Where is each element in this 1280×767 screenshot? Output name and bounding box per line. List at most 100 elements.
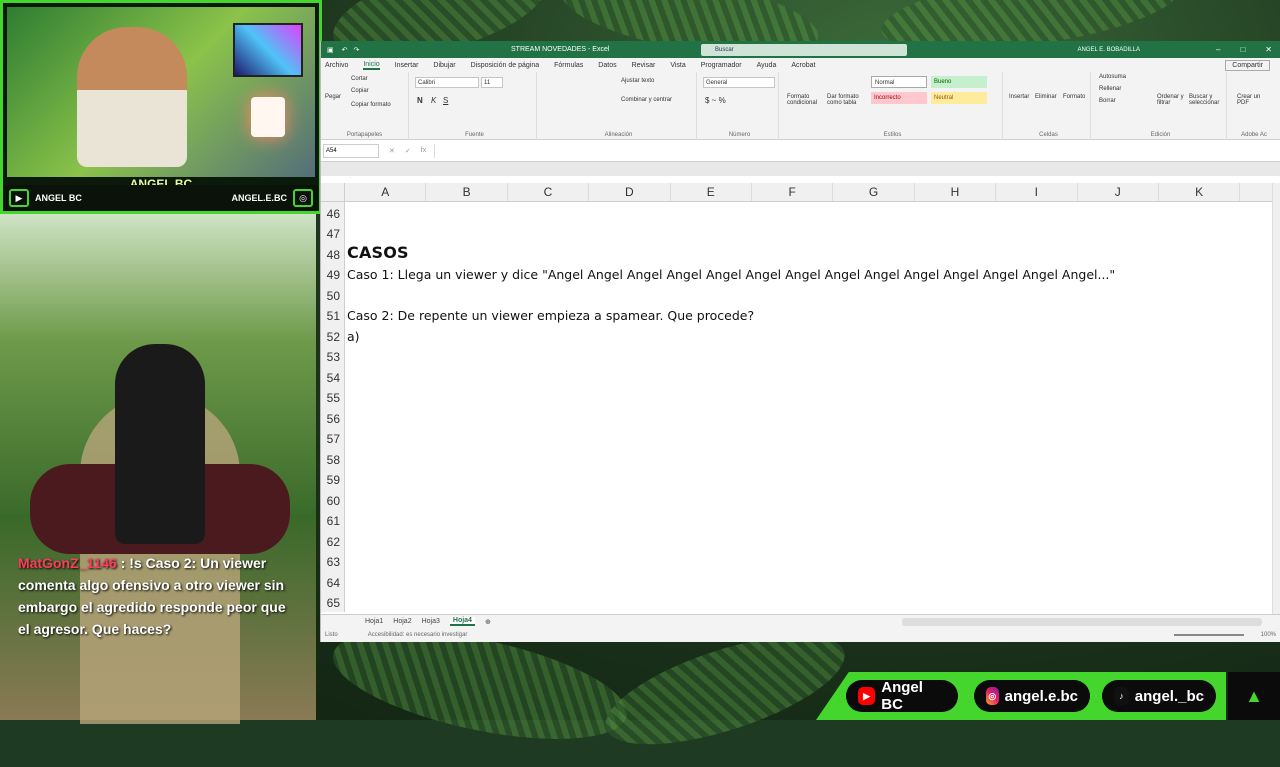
style-neutral[interactable]: Neutral	[931, 92, 987, 104]
number-format-select[interactable]: General	[703, 77, 775, 88]
sheet-row[interactable]: 49 Caso 1: Llega un viewer y dice "Angel …	[321, 263, 1272, 284]
cancel-icon[interactable]: ✕	[389, 147, 395, 155]
menu-vista[interactable]: Vista	[670, 62, 685, 69]
create-pdf-button[interactable]: Crear un PDF	[1237, 94, 1267, 106]
select-all-corner[interactable]	[321, 183, 345, 201]
undo-icon[interactable]: ↶	[342, 46, 348, 54]
column-header[interactable]: F	[752, 183, 834, 201]
row-number[interactable]: 52	[321, 325, 345, 346]
text-cell[interactable]: Caso 1: Llega un viewer y dice "Angel An…	[347, 267, 1115, 282]
italic-button[interactable]: K	[431, 96, 436, 105]
menu-dibujar[interactable]: Dibujar	[433, 62, 455, 69]
sheet-tab-hoja2[interactable]: Hoja2	[393, 618, 411, 625]
column-header[interactable]: J	[1078, 183, 1159, 201]
insert-cells-button[interactable]: Insertar	[1009, 94, 1029, 100]
row-number[interactable]: 50	[321, 284, 345, 305]
row-number[interactable]: 55	[321, 386, 345, 407]
sheet-row[interactable]: 59	[321, 468, 1272, 489]
redo-icon[interactable]: ↷	[354, 46, 360, 54]
row-number[interactable]: 46	[321, 202, 345, 223]
sheet-row[interactable]: 56	[321, 407, 1272, 428]
column-header[interactable]: K	[1159, 183, 1241, 201]
find-select-button[interactable]: Buscar y seleccionar	[1189, 94, 1225, 106]
row-number[interactable]: 64	[321, 571, 345, 592]
column-header[interactable]: G	[833, 183, 915, 201]
row-number[interactable]: 63	[321, 550, 345, 571]
sheet-row[interactable]: 48 CASOS	[321, 243, 1272, 264]
row-number[interactable]: 54	[321, 366, 345, 387]
heading-cell[interactable]: CASOS	[347, 243, 409, 262]
row-number[interactable]: 58	[321, 448, 345, 469]
sheet-row[interactable]: 62	[321, 530, 1272, 551]
copy-button[interactable]: Copiar	[351, 88, 369, 94]
sheet-row[interactable]: 55	[321, 386, 1272, 407]
sheet-row[interactable]: 63	[321, 550, 1272, 571]
sheet-row[interactable]: 47	[321, 222, 1272, 243]
menu-formulas[interactable]: Fórmulas	[554, 62, 583, 69]
column-header[interactable]: A	[345, 183, 427, 201]
sort-filter-button[interactable]: Ordenar y filtrar	[1157, 94, 1187, 106]
function-icon[interactable]: fx	[421, 147, 426, 154]
clear-button[interactable]: Borrar	[1099, 98, 1116, 104]
row-number[interactable]: 62	[321, 530, 345, 551]
sheet-row[interactable]: 50	[321, 284, 1272, 305]
menu-acrobat[interactable]: Acrobat	[791, 62, 815, 69]
format-cells-button[interactable]: Formato	[1063, 94, 1085, 100]
underline-button[interactable]: S	[443, 96, 448, 105]
row-number[interactable]: 60	[321, 489, 345, 510]
column-header[interactable]: E	[671, 183, 752, 201]
menu-ayuda[interactable]: Ayuda	[757, 62, 777, 69]
sheet-row[interactable]: 60	[321, 489, 1272, 510]
zoom-slider[interactable]	[1174, 634, 1244, 636]
row-number[interactable]: 65	[321, 591, 345, 612]
column-header[interactable]: B	[426, 183, 508, 201]
sheet-row[interactable]: 61	[321, 509, 1272, 530]
merge-center-button[interactable]: Combinar y centrar	[621, 97, 672, 103]
menu-programador[interactable]: Programador	[701, 62, 742, 69]
maximize-icon[interactable]: □	[1240, 45, 1245, 54]
row-number[interactable]: 59	[321, 468, 345, 489]
name-box[interactable]: A54	[323, 143, 379, 158]
save-icon[interactable]: ▣	[327, 46, 334, 54]
zoom-level[interactable]: 100%	[1261, 632, 1276, 638]
sheet-row[interactable]: 53	[321, 345, 1272, 366]
conditional-format-button[interactable]: Formato condicional	[787, 94, 825, 106]
sheet-row[interactable]: 54	[321, 366, 1272, 387]
row-number[interactable]: 49	[321, 263, 345, 284]
cut-button[interactable]: Cortar	[351, 76, 368, 82]
vertical-scrollbar[interactable]	[1272, 183, 1280, 614]
style-good[interactable]: Bueno	[931, 76, 987, 88]
row-number[interactable]: 56	[321, 407, 345, 428]
style-bad[interactable]: Incorrecto	[871, 92, 927, 104]
row-number[interactable]: 47	[321, 222, 345, 243]
text-cell[interactable]: a)	[347, 329, 360, 344]
column-header[interactable]: C	[508, 183, 590, 201]
sheet-row[interactable]: 46	[321, 202, 1272, 223]
formula-input[interactable]	[434, 143, 1280, 158]
column-header[interactable]: H	[915, 183, 997, 201]
menu-inicio[interactable]: Inicio	[363, 61, 380, 70]
search-box[interactable]: Buscar	[701, 44, 907, 56]
menu-insertar[interactable]: Insertar	[395, 62, 419, 69]
row-number[interactable]: 61	[321, 509, 345, 530]
text-cell[interactable]: Caso 2: De repente un viewer empieza a s…	[347, 308, 754, 323]
menu-revisar[interactable]: Revisar	[632, 62, 656, 69]
row-number[interactable]: 53	[321, 345, 345, 366]
accessibility-status[interactable]: Accesibilidad: es necesario investigar	[368, 632, 468, 638]
format-painter-button[interactable]: Copiar formato	[351, 102, 391, 108]
font-size-select[interactable]: 11	[481, 77, 503, 88]
delete-cells-button[interactable]: Eliminar	[1035, 94, 1057, 100]
column-header[interactable]: D	[589, 183, 671, 201]
fill-button[interactable]: Rellenar	[1099, 86, 1121, 92]
column-header[interactable]: I	[996, 183, 1078, 201]
sheet-row[interactable]: 65	[321, 591, 1272, 612]
menu-disposicion[interactable]: Disposición de página	[471, 62, 540, 69]
sheet-tab-hoja3[interactable]: Hoja3	[422, 618, 440, 625]
share-button[interactable]: Compartir	[1225, 59, 1270, 71]
sheet-row[interactable]: 64	[321, 571, 1272, 592]
row-number[interactable]: 57	[321, 427, 345, 448]
autosum-button[interactable]: Autosuma	[1099, 74, 1126, 80]
enter-icon[interactable]: ✓	[405, 147, 411, 155]
paste-button[interactable]: Pegar	[325, 94, 341, 100]
sheet-tab-hoja1[interactable]: Hoja1	[365, 618, 383, 625]
